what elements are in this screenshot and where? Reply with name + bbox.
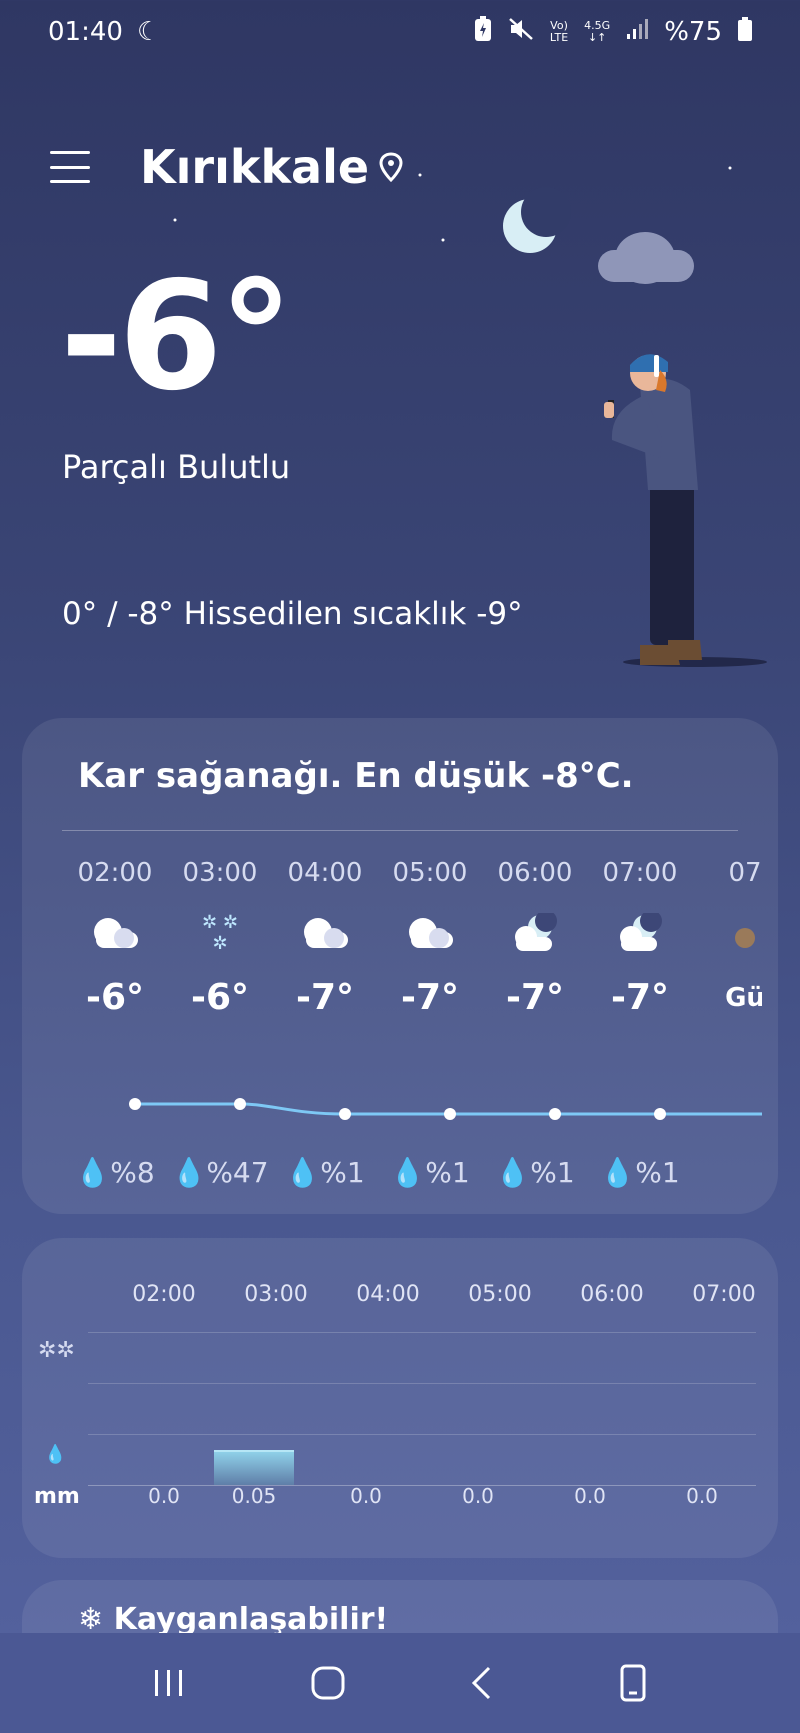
drop-icon: 💧	[75, 1156, 111, 1189]
cloud-icon	[272, 898, 378, 968]
rain-value: %1	[320, 1156, 365, 1189]
hour-time: 06:00	[497, 858, 573, 888]
hour-rain-chance: 💧%1	[587, 1156, 693, 1189]
precip-value: 0.0	[686, 1484, 718, 1508]
hour-temp: -6°	[191, 977, 249, 1018]
home-icon[interactable]	[311, 1666, 345, 1700]
hour-column: 04:00 -7° 💧%1	[272, 858, 378, 1189]
sunrise-icon	[692, 898, 762, 968]
hour-rain-chance: 💧%1	[272, 1156, 378, 1189]
hour-rain-chance: 💧%47	[167, 1156, 273, 1189]
grid-line	[88, 1332, 756, 1333]
rain-value: %1	[425, 1156, 470, 1189]
precipitation-card[interactable]: 02:00 03:00 04:00 05:00 06:00 07:00 ✲✲ 💧…	[22, 1238, 778, 1558]
drop-icon: 💧	[390, 1156, 426, 1189]
stars	[173, 166, 732, 242]
screen-rotate-icon[interactable]	[618, 1664, 648, 1702]
precip-value: 0.0	[350, 1484, 382, 1508]
precip-time: 07:00	[692, 1282, 756, 1307]
moon-icon	[503, 187, 571, 253]
rain-value: %47	[206, 1156, 269, 1189]
precip-bar	[214, 1450, 294, 1485]
hour-column: 02:00 -6° 💧%8	[62, 858, 168, 1189]
hour-rain-chance: 💧%1	[377, 1156, 483, 1189]
hour-time: 03:00	[182, 858, 258, 888]
snowflake-icon: ❄	[78, 1602, 114, 1637]
temp-point	[549, 1108, 561, 1120]
hour-temp: Gü	[725, 983, 762, 1013]
system-nav-bar	[0, 1633, 800, 1733]
temp-point	[234, 1098, 246, 1110]
hour-time: 05:00	[392, 858, 468, 888]
back-icon[interactable]	[469, 1666, 493, 1700]
temp-point	[129, 1098, 141, 1110]
grid-line	[88, 1383, 756, 1384]
recent-apps-icon[interactable]	[152, 1668, 186, 1698]
warning-text: ❄ Kayganlaşabilir!	[78, 1602, 388, 1637]
card-divider	[62, 830, 738, 831]
hour-column: 06:00 -7° 💧%1	[482, 858, 588, 1189]
unit-label: mm	[34, 1484, 80, 1509]
hour-temp: -7°	[506, 977, 564, 1018]
cloud-icon	[377, 898, 483, 968]
hour-time: 02:00	[77, 858, 153, 888]
precip-time: 03:00	[244, 1282, 308, 1307]
cloud-icon	[62, 898, 168, 968]
hour-rain-chance: 💧%1	[482, 1156, 588, 1189]
drop-icon: 💧	[600, 1156, 636, 1189]
temp-point	[339, 1108, 351, 1120]
snow-icon: ✲ ✲ ✲	[202, 912, 238, 954]
drop-icon: 💧	[495, 1156, 531, 1189]
hour-rain-chance: 💧%8	[62, 1156, 168, 1189]
hour-temp: -7°	[401, 977, 459, 1018]
rain-value: %8	[110, 1156, 155, 1189]
hour-time: 07	[728, 858, 762, 888]
hour-temp: -6°	[86, 977, 144, 1018]
hour-time: 07:00	[602, 858, 678, 888]
precip-value: 0.0	[462, 1484, 494, 1508]
moon-cloud-icon	[482, 898, 588, 968]
snow-legend-icon: ✲✲	[38, 1338, 75, 1363]
precip-time: 04:00	[356, 1282, 420, 1307]
hour-time: 04:00	[287, 858, 363, 888]
precip-time: 02:00	[132, 1282, 196, 1307]
hour-column: 07 Gü	[692, 858, 762, 1028]
precip-time: 06:00	[580, 1282, 644, 1307]
grid-line	[88, 1434, 756, 1435]
hour-temp: -7°	[296, 977, 354, 1018]
current-temperature: -6°	[60, 250, 294, 424]
rain-value: %1	[635, 1156, 680, 1189]
hourly-strip[interactable]: 02:00 -6° 💧%8 03:00 ✲ ✲ ✲ -6° 💧%47 04:00 …	[62, 858, 762, 1198]
precip-time: 05:00	[468, 1282, 532, 1307]
half-drop-icon: 💧	[171, 1156, 207, 1189]
drop-icon: 💧	[285, 1156, 321, 1189]
hour-column: 03:00 ✲ ✲ ✲ -6° 💧%47	[167, 858, 273, 1189]
precip-value: 0.05	[231, 1484, 277, 1508]
feels-like-line: 0° / -8° Hissedilen sıcaklık -9°	[62, 596, 523, 632]
temp-point	[654, 1108, 666, 1120]
moon-cloud-icon	[587, 898, 693, 968]
precip-value: 0.0	[574, 1484, 606, 1508]
temp-point	[444, 1108, 456, 1120]
hour-column: 05:00 -7° 💧%1	[377, 858, 483, 1189]
temperature-line-chart	[129, 1098, 762, 1120]
hour-temp: -7°	[611, 977, 669, 1018]
current-condition: Parçalı Bulutlu	[62, 448, 291, 486]
warning-label: Kayganlaşabilir!	[113, 1602, 389, 1637]
person-figure	[604, 354, 767, 667]
cloud-decor-icon	[598, 232, 694, 284]
hourly-forecast-card[interactable]: Kar sağanağı. En düşük -8°C. 02:00 -6° 💧…	[22, 718, 778, 1214]
drop-legend-icon: 💧	[44, 1444, 67, 1465]
rain-value: %1	[530, 1156, 575, 1189]
forecast-alert: Kar sağanağı. En düşük -8°C.	[78, 756, 634, 796]
hour-column: 07:00 -7° 💧%1	[587, 858, 693, 1189]
